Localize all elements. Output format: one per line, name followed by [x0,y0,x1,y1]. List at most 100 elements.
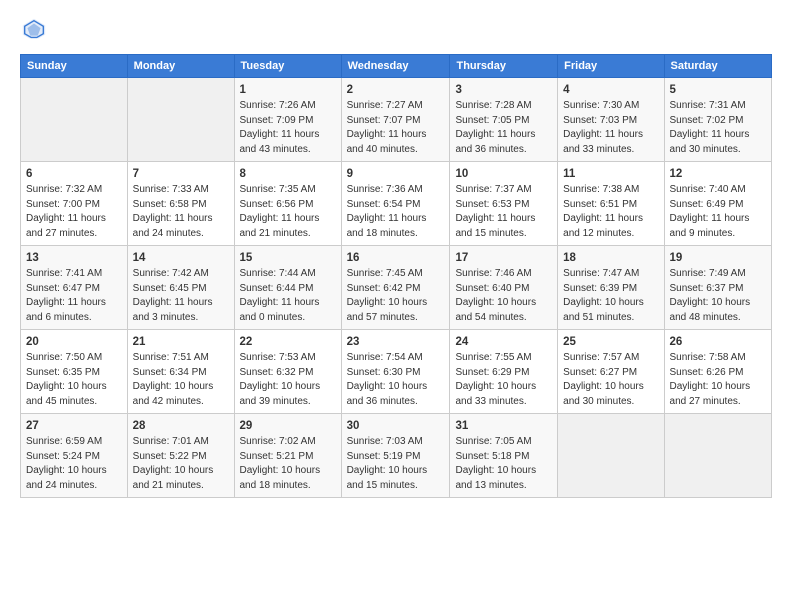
day-number: 14 [133,250,229,266]
day-number: 12 [670,166,766,182]
day-info: Sunrise: 7:32 AMSunset: 7:00 PMDaylight:… [26,183,122,241]
day-info: Sunrise: 7:51 AMSunset: 6:34 PMDaylight:… [133,351,229,409]
day-info: Sunrise: 7:38 AMSunset: 6:51 PMDaylight:… [563,183,658,241]
day-number: 27 [26,418,122,434]
day-info: Sunrise: 7:05 AMSunset: 5:18 PMDaylight:… [455,435,552,493]
day-info: Sunrise: 7:58 AMSunset: 6:26 PMDaylight:… [670,351,766,409]
day-number: 28 [133,418,229,434]
week-row-4: 27Sunrise: 6:59 AMSunset: 5:24 PMDayligh… [21,414,772,498]
day-number: 7 [133,166,229,182]
day-number: 4 [563,82,658,98]
day-number: 9 [347,166,445,182]
day-cell: 22Sunrise: 7:53 AMSunset: 6:32 PMDayligh… [234,330,341,414]
day-info: Sunrise: 7:41 AMSunset: 6:47 PMDaylight:… [26,267,122,325]
day-info: Sunrise: 7:36 AMSunset: 6:54 PMDaylight:… [347,183,445,241]
calendar-table: SundayMondayTuesdayWednesdayThursdayFrid… [20,54,772,498]
day-cell: 10Sunrise: 7:37 AMSunset: 6:53 PMDayligh… [450,162,558,246]
day-cell: 7Sunrise: 7:33 AMSunset: 6:58 PMDaylight… [127,162,234,246]
day-cell: 3Sunrise: 7:28 AMSunset: 7:05 PMDaylight… [450,78,558,162]
day-number: 26 [670,334,766,350]
day-cell: 26Sunrise: 7:58 AMSunset: 6:26 PMDayligh… [664,330,771,414]
day-number: 31 [455,418,552,434]
day-cell: 20Sunrise: 7:50 AMSunset: 6:35 PMDayligh… [21,330,128,414]
week-row-0: 1Sunrise: 7:26 AMSunset: 7:09 PMDaylight… [21,78,772,162]
day-cell: 30Sunrise: 7:03 AMSunset: 5:19 PMDayligh… [341,414,450,498]
day-info: Sunrise: 7:33 AMSunset: 6:58 PMDaylight:… [133,183,229,241]
day-info: Sunrise: 7:35 AMSunset: 6:56 PMDaylight:… [240,183,336,241]
day-info: Sunrise: 7:30 AMSunset: 7:03 PMDaylight:… [563,99,658,157]
day-cell: 27Sunrise: 6:59 AMSunset: 5:24 PMDayligh… [21,414,128,498]
day-number: 6 [26,166,122,182]
day-info: Sunrise: 7:42 AMSunset: 6:45 PMDaylight:… [133,267,229,325]
day-cell [664,414,771,498]
day-number: 17 [455,250,552,266]
day-info: Sunrise: 7:45 AMSunset: 6:42 PMDaylight:… [347,267,445,325]
day-info: Sunrise: 7:26 AMSunset: 7:09 PMDaylight:… [240,99,336,157]
day-cell: 12Sunrise: 7:40 AMSunset: 6:49 PMDayligh… [664,162,771,246]
day-cell: 5Sunrise: 7:31 AMSunset: 7:02 PMDaylight… [664,78,771,162]
day-number: 30 [347,418,445,434]
header-row: SundayMondayTuesdayWednesdayThursdayFrid… [21,55,772,78]
day-info: Sunrise: 7:50 AMSunset: 6:35 PMDaylight:… [26,351,122,409]
day-cell: 21Sunrise: 7:51 AMSunset: 6:34 PMDayligh… [127,330,234,414]
day-cell: 1Sunrise: 7:26 AMSunset: 7:09 PMDaylight… [234,78,341,162]
day-cell [127,78,234,162]
day-number: 10 [455,166,552,182]
day-number: 3 [455,82,552,98]
week-row-3: 20Sunrise: 7:50 AMSunset: 6:35 PMDayligh… [21,330,772,414]
day-info: Sunrise: 7:46 AMSunset: 6:40 PMDaylight:… [455,267,552,325]
day-info: Sunrise: 6:59 AMSunset: 5:24 PMDaylight:… [26,435,122,493]
page: SundayMondayTuesdayWednesdayThursdayFrid… [0,0,792,508]
header-cell-thursday: Thursday [450,55,558,78]
week-row-2: 13Sunrise: 7:41 AMSunset: 6:47 PMDayligh… [21,246,772,330]
calendar-body: 1Sunrise: 7:26 AMSunset: 7:09 PMDaylight… [21,78,772,498]
header-cell-sunday: Sunday [21,55,128,78]
day-info: Sunrise: 7:53 AMSunset: 6:32 PMDaylight:… [240,351,336,409]
day-info: Sunrise: 7:01 AMSunset: 5:22 PMDaylight:… [133,435,229,493]
day-cell: 28Sunrise: 7:01 AMSunset: 5:22 PMDayligh… [127,414,234,498]
day-number: 15 [240,250,336,266]
logo [20,16,52,44]
day-cell: 13Sunrise: 7:41 AMSunset: 6:47 PMDayligh… [21,246,128,330]
header-cell-tuesday: Tuesday [234,55,341,78]
day-info: Sunrise: 7:44 AMSunset: 6:44 PMDaylight:… [240,267,336,325]
day-cell: 23Sunrise: 7:54 AMSunset: 6:30 PMDayligh… [341,330,450,414]
calendar-header: SundayMondayTuesdayWednesdayThursdayFrid… [21,55,772,78]
day-cell: 25Sunrise: 7:57 AMSunset: 6:27 PMDayligh… [558,330,664,414]
day-number: 8 [240,166,336,182]
day-info: Sunrise: 7:03 AMSunset: 5:19 PMDaylight:… [347,435,445,493]
day-info: Sunrise: 7:47 AMSunset: 6:39 PMDaylight:… [563,267,658,325]
day-cell [558,414,664,498]
day-number: 1 [240,82,336,98]
day-number: 19 [670,250,766,266]
day-cell: 16Sunrise: 7:45 AMSunset: 6:42 PMDayligh… [341,246,450,330]
day-info: Sunrise: 7:02 AMSunset: 5:21 PMDaylight:… [240,435,336,493]
day-cell: 9Sunrise: 7:36 AMSunset: 6:54 PMDaylight… [341,162,450,246]
day-info: Sunrise: 7:28 AMSunset: 7:05 PMDaylight:… [455,99,552,157]
day-cell: 11Sunrise: 7:38 AMSunset: 6:51 PMDayligh… [558,162,664,246]
day-number: 11 [563,166,658,182]
day-cell: 24Sunrise: 7:55 AMSunset: 6:29 PMDayligh… [450,330,558,414]
day-cell: 17Sunrise: 7:46 AMSunset: 6:40 PMDayligh… [450,246,558,330]
day-info: Sunrise: 7:27 AMSunset: 7:07 PMDaylight:… [347,99,445,157]
day-cell: 8Sunrise: 7:35 AMSunset: 6:56 PMDaylight… [234,162,341,246]
day-info: Sunrise: 7:55 AMSunset: 6:29 PMDaylight:… [455,351,552,409]
day-info: Sunrise: 7:49 AMSunset: 6:37 PMDaylight:… [670,267,766,325]
day-cell: 14Sunrise: 7:42 AMSunset: 6:45 PMDayligh… [127,246,234,330]
day-number: 21 [133,334,229,350]
day-cell: 2Sunrise: 7:27 AMSunset: 7:07 PMDaylight… [341,78,450,162]
day-number: 29 [240,418,336,434]
day-number: 20 [26,334,122,350]
day-cell: 6Sunrise: 7:32 AMSunset: 7:00 PMDaylight… [21,162,128,246]
day-cell [21,78,128,162]
day-info: Sunrise: 7:57 AMSunset: 6:27 PMDaylight:… [563,351,658,409]
header-cell-saturday: Saturday [664,55,771,78]
day-cell: 29Sunrise: 7:02 AMSunset: 5:21 PMDayligh… [234,414,341,498]
week-row-1: 6Sunrise: 7:32 AMSunset: 7:00 PMDaylight… [21,162,772,246]
day-number: 16 [347,250,445,266]
header-cell-monday: Monday [127,55,234,78]
day-cell: 15Sunrise: 7:44 AMSunset: 6:44 PMDayligh… [234,246,341,330]
day-info: Sunrise: 7:37 AMSunset: 6:53 PMDaylight:… [455,183,552,241]
day-cell: 31Sunrise: 7:05 AMSunset: 5:18 PMDayligh… [450,414,558,498]
logo-icon [20,16,48,44]
